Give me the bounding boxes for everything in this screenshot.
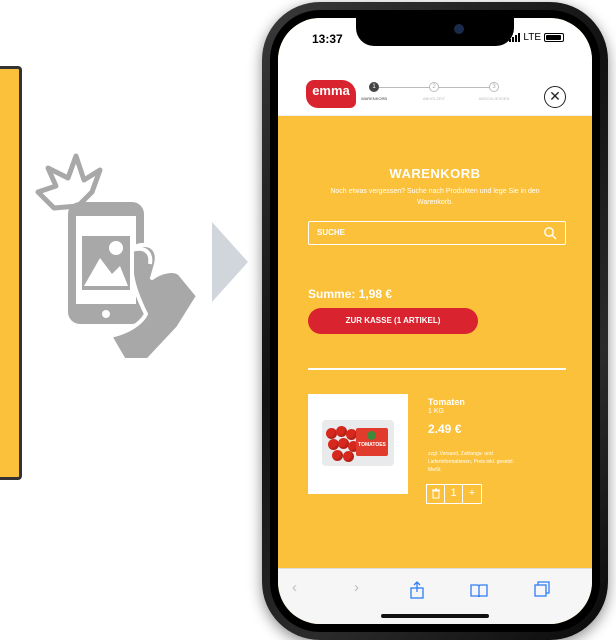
status-indicators: LTE <box>509 32 564 43</box>
tomato-tray: TOMATOES <box>322 420 394 466</box>
cart-content: WARENKORB Noch etwas vergessen? Suche na… <box>278 116 592 568</box>
bookmarks-icon[interactable] <box>470 583 488 597</box>
tomato <box>343 451 354 462</box>
search-placeholder: SUCHE <box>317 228 346 237</box>
trash-icon <box>431 488 440 499</box>
plus-icon: + <box>468 487 476 499</box>
step-1-dot[interactable]: 1 <box>369 82 379 92</box>
share-icon[interactable] <box>410 581 424 599</box>
step-2-dot[interactable]: 2 <box>429 82 439 92</box>
step-connector <box>374 87 434 88</box>
remove-button[interactable] <box>427 485 445 503</box>
take-photo-illustration-icon <box>35 153 200 362</box>
emma-logo[interactable]: emma <box>306 80 356 108</box>
camera-icon <box>454 24 464 34</box>
price-note: zzgl. Versand, Zahlungs- und Lieferinfor… <box>428 451 514 473</box>
browser-toolbar: ‹ › <box>278 568 592 624</box>
product-price: 2.49 € <box>428 422 462 436</box>
network-label: LTE <box>523 32 541 43</box>
status-time: 13:37 <box>312 32 343 46</box>
pack-label: TOMATOES <box>356 428 388 456</box>
step-2-label: ABHOLZEIT <box>422 96 446 101</box>
forward-icon[interactable]: › <box>354 579 359 596</box>
checkout-steps: 1 2 3 WARENKORB ABHOLZEIT ABSCHLIESSEN <box>361 82 526 112</box>
phone-screen: 13:37 LTE emma 1 2 3 WARENKORB ABHOLZEIT… <box>278 18 592 624</box>
quantity-value[interactable]: 1 <box>445 485 463 503</box>
tabs-icon[interactable] <box>534 581 550 597</box>
battery-icon <box>544 33 564 42</box>
back-icon[interactable]: ‹ <box>292 579 297 596</box>
step-3-label: ABSCHLIESSEN <box>478 96 510 101</box>
previous-phone-screen <box>0 66 22 480</box>
page-subtitle: Noch etwas vergessen? Suche nach Produkt… <box>330 188 540 206</box>
page-title: WARENKORB <box>389 166 481 181</box>
app-header: emma 1 2 3 WARENKORB ABHOLZEIT ABSCHLIES… <box>278 64 592 116</box>
arrow-right-icon <box>212 222 248 302</box>
search-icon[interactable] <box>543 226 557 240</box>
step-connector <box>434 87 494 88</box>
phone-notch <box>356 18 514 46</box>
cart-sum: Summe: 1,98 € <box>308 287 393 301</box>
product-name[interactable]: Tomaten <box>428 397 465 407</box>
checkout-button[interactable]: ZUR KASSE (1 ARTIKEL) <box>308 308 478 334</box>
divider <box>308 368 566 370</box>
close-icon: ✕ <box>549 88 561 104</box>
step-1-label: WARENKORB <box>360 96 388 101</box>
quantity-stepper: 1 + <box>426 484 482 504</box>
phone-mockup: 13:37 LTE emma 1 2 3 WARENKORB ABHOLZEIT… <box>262 2 608 640</box>
pack-label-text: TOMATOES <box>358 442 386 448</box>
home-indicator <box>381 614 489 618</box>
close-button[interactable]: ✕ <box>544 86 566 108</box>
stage: 13:37 LTE emma 1 2 3 WARENKORB ABHOLZEIT… <box>0 0 616 640</box>
step-3-dot[interactable]: 3 <box>489 82 499 92</box>
product-image[interactable]: TOMATOES <box>308 394 408 494</box>
leaf-icon <box>367 431 376 440</box>
logo-text: emma <box>312 83 350 98</box>
tomato <box>332 450 343 461</box>
product-quantity: 1 KG <box>428 408 444 415</box>
search-input[interactable]: SUCHE <box>308 221 566 245</box>
add-button[interactable]: + <box>463 485 481 503</box>
